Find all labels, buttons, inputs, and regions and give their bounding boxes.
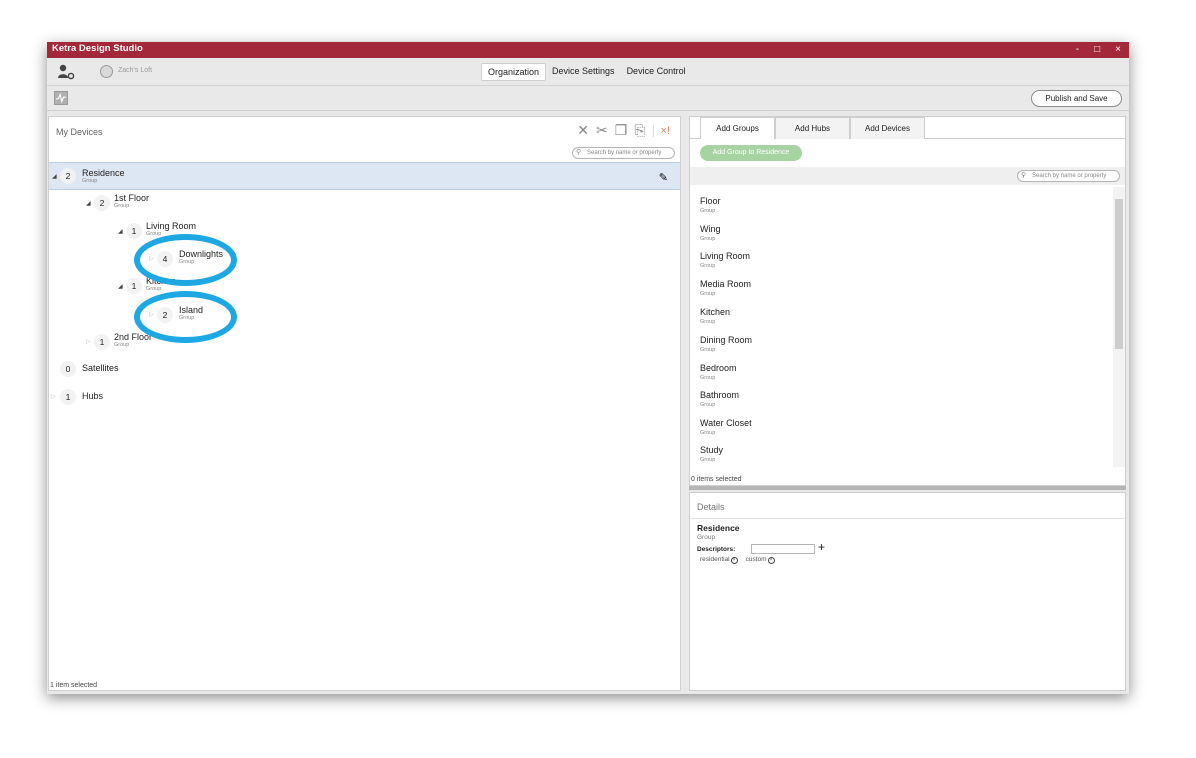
list-item-floor[interactable]: Floor Group	[700, 191, 721, 214]
paste-icon[interactable]: ⎘	[634, 122, 645, 139]
child-count: 1	[126, 278, 142, 294]
close-button[interactable]: ×	[1115, 42, 1121, 58]
highlight-ring-island	[134, 291, 237, 343]
child-count: 1	[60, 389, 76, 405]
descriptors-label: Descriptors:	[697, 546, 736, 553]
scrollbar-thumb[interactable]	[1115, 199, 1123, 349]
my-devices-header: My Devices ✕ ✂ ❐ ⎘ ×!	[49, 117, 680, 145]
node-name: Hubs	[82, 391, 104, 401]
divider	[690, 518, 1125, 519]
window-controls: - □ ×	[1076, 42, 1121, 58]
selection-status: 1 item selected	[50, 682, 98, 689]
list-item-bathroom[interactable]: Bathroom Group	[700, 385, 739, 408]
list-item-wing[interactable]: Wing Group	[700, 219, 721, 242]
child-count: 1	[126, 223, 142, 239]
my-devices-panel: My Devices ✕ ✂ ❐ ⎘ ×! ⚲ Search by name o…	[48, 116, 681, 691]
expand-icon[interactable]: ▷	[86, 338, 91, 345]
list-item-water-closet[interactable]: Water Closet Group	[700, 413, 752, 436]
add-descriptor-icon[interactable]: +	[818, 540, 825, 554]
location-icon	[100, 65, 113, 78]
highlight-ring-downlights	[134, 234, 237, 286]
title-bar: Ketra Design Studio - □ ×	[47, 42, 1129, 58]
list-item-kitchen[interactable]: Kitchen Group	[700, 302, 730, 325]
details-name: Residence	[697, 523, 740, 533]
location-name[interactable]: Zach's Loft	[118, 67, 152, 74]
expand-icon[interactable]: ▷	[51, 393, 56, 400]
node-type: Group	[114, 203, 130, 209]
descriptor-tag: custom ×	[746, 556, 775, 564]
tab-organization[interactable]: Organization	[481, 63, 547, 81]
group-template-list: Floor Group Wing Group Living Room Group…	[690, 187, 1111, 467]
collapse-icon[interactable]: ◢	[86, 200, 91, 207]
child-count: 2	[60, 168, 76, 184]
details-panel: Details Residence Group Descriptors: + r…	[689, 492, 1126, 691]
edit-icon[interactable]: ✎	[659, 171, 668, 184]
collapse-icon[interactable]: ◢	[52, 173, 57, 180]
add-group-button[interactable]: Add Group to Residence	[700, 145, 802, 161]
list-item-bedroom[interactable]: Bedroom Group	[700, 358, 737, 381]
maximize-button[interactable]: □	[1094, 42, 1100, 58]
tab-add-hubs[interactable]: Add Hubs	[775, 117, 850, 139]
app-window: Ketra Design Studio - □ × Zach's Loft Or…	[47, 42, 1129, 694]
add-panel: Add Groups Add Hubs Add Devices Add Grou…	[689, 116, 1126, 486]
node-name: Living Room	[146, 221, 197, 231]
cut-icon[interactable]: ✂	[596, 122, 608, 139]
search-icon: ⚲	[576, 149, 582, 156]
main-tabs: Organization Device Settings Device Cont…	[481, 63, 692, 81]
collapse-icon[interactable]: ◢	[118, 228, 123, 235]
node-type: Group	[114, 342, 130, 348]
details-type: Group	[697, 534, 716, 541]
list-item-dining-room[interactable]: Dining Room Group	[700, 330, 752, 353]
copy-icon[interactable]: ❐	[615, 122, 628, 139]
add-tabs: Add Groups Add Hubs Add Devices	[690, 117, 1125, 139]
tree-toolbar: ✕ ✂ ❐ ⎘ ×!	[577, 122, 670, 139]
user-settings-icon[interactable]	[57, 64, 75, 80]
node-type: Group	[82, 178, 98, 184]
remove-tag-icon[interactable]: ×	[730, 557, 738, 564]
remove-tag-icon[interactable]: ×	[767, 557, 775, 564]
node-name: Residence	[82, 168, 125, 178]
groups-search-input[interactable]: ⚲ Search by name or property	[1017, 170, 1120, 182]
details-title: Details	[697, 502, 725, 512]
tree-node-satellites[interactable]: 0 Satellites	[49, 355, 249, 383]
panel-title: My Devices	[56, 127, 103, 137]
list-item-living-room[interactable]: Living Room Group	[700, 246, 750, 269]
tree-node-1st-floor[interactable]: ◢ 2 1st Floor Group	[79, 190, 279, 218]
group-list-scrollbar[interactable]	[1113, 187, 1125, 467]
minimize-button[interactable]: -	[1076, 42, 1079, 58]
child-count: 1	[94, 334, 110, 350]
node-name: 1st Floor	[114, 193, 150, 203]
node-type: Group	[146, 286, 162, 292]
descriptor-tags: residential × custom ×	[700, 556, 775, 564]
devices-search-input[interactable]: ⚲ Search by name or property	[572, 147, 675, 159]
pulse-icon[interactable]	[54, 91, 68, 105]
delete-icon[interactable]: ✕	[577, 122, 589, 139]
list-item-study[interactable]: Study Group	[700, 440, 723, 463]
collapse-icon[interactable]: ◢	[118, 283, 123, 290]
tab-add-groups[interactable]: Add Groups	[700, 117, 775, 139]
search-icon: ⚲	[1021, 172, 1027, 179]
toolbar: Publish and Save	[47, 87, 1129, 111]
panel-splitter[interactable]	[689, 486, 1126, 490]
group-search-row: ⚲ Search by name or property	[690, 167, 1125, 185]
header-bar: Zach's Loft Organization Device Settings…	[47, 58, 1129, 86]
tree-node-residence[interactable]: ◢ 2 Residence Group ✎	[49, 162, 680, 190]
group-selection-status: 0 items selected	[691, 476, 742, 483]
tab-add-devices[interactable]: Add Devices	[850, 117, 925, 139]
tab-device-settings[interactable]: Device Settings	[546, 63, 621, 81]
clear-errors-icon[interactable]: ×!	[652, 124, 670, 137]
node-name: Satellites	[82, 363, 119, 373]
child-count: 0	[60, 361, 76, 377]
descriptor-input[interactable]	[751, 544, 815, 554]
tree-node-hubs[interactable]: ▷ 1 Hubs	[49, 383, 249, 411]
publish-and-save-button[interactable]: Publish and Save	[1031, 90, 1122, 107]
window-title: Ketra Design Studio	[52, 43, 143, 54]
child-count: 2	[94, 195, 110, 211]
tab-device-control[interactable]: Device Control	[621, 63, 692, 81]
list-item-media-room[interactable]: Media Room Group	[700, 274, 751, 297]
node-type: Group	[146, 231, 162, 237]
descriptor-tag: residential ×	[700, 556, 738, 564]
